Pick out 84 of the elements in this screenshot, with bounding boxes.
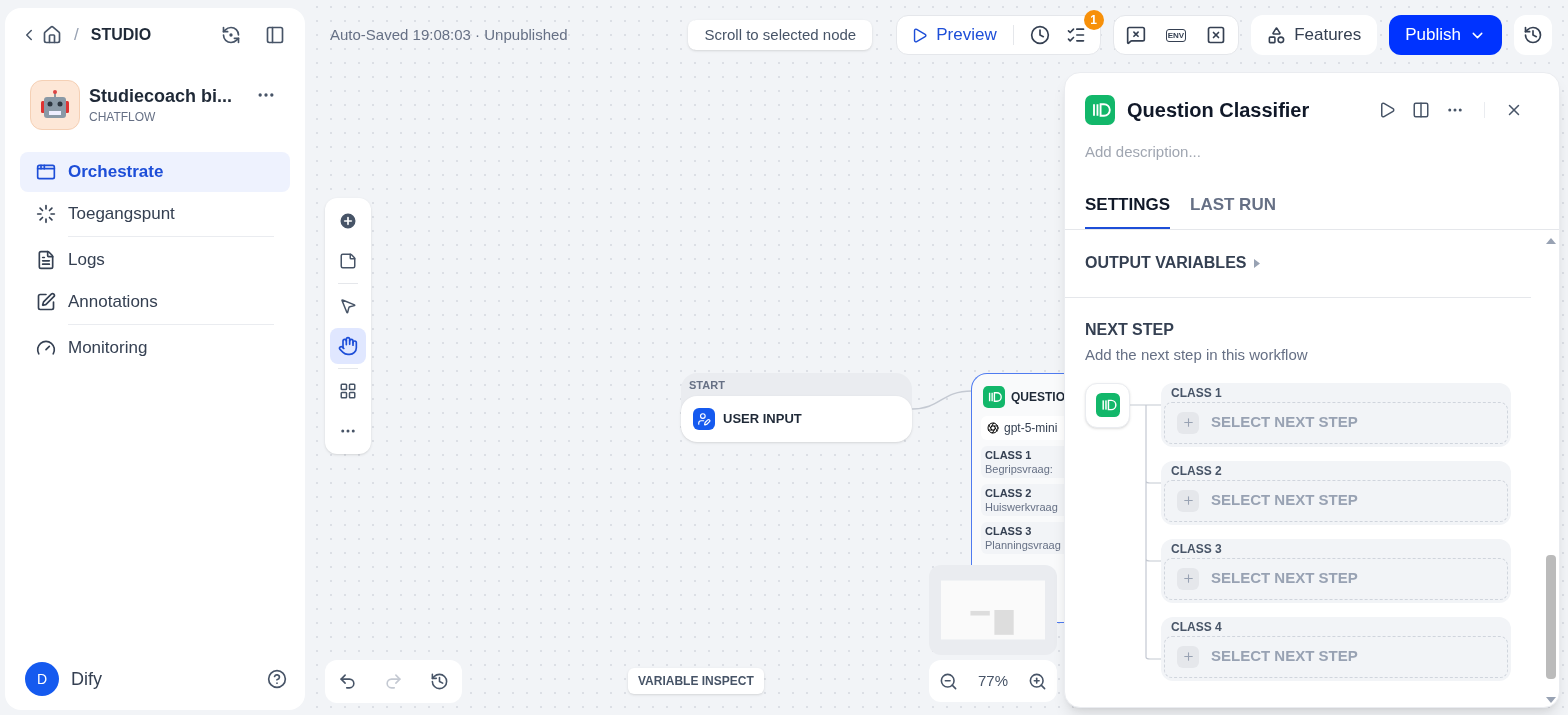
model-icon (987, 422, 999, 434)
hand-tool[interactable] (330, 328, 366, 364)
node-title: USER INPUT (723, 409, 802, 428)
scroll-down-icon[interactable] (1546, 697, 1556, 703)
app-type: CHATFLOW (89, 109, 157, 126)
document-icon (36, 250, 56, 270)
class-label: CLASS 3 (985, 524, 1033, 538)
help-icon[interactable] (267, 669, 287, 689)
classifier-icon (1085, 95, 1115, 125)
add-node-icon[interactable] (338, 211, 358, 231)
branch-label: CLASS 3 (1171, 540, 1223, 558)
history-icon (1523, 25, 1543, 45)
caret-icon (1254, 258, 1261, 268)
variable-icon[interactable] (1206, 25, 1227, 45)
breadcrumb-separator: / (74, 24, 79, 47)
nav-item[interactable]: Orchestrate (20, 152, 290, 192)
class-label: CLASS 1 (985, 448, 1033, 462)
burst-icon (36, 204, 56, 224)
branch-label: CLASS 2 (1171, 462, 1223, 480)
shapes-icon (1267, 25, 1287, 45)
plus-icon (1177, 489, 1199, 512)
conversation-variable-icon[interactable] (1125, 25, 1146, 45)
pointer-icon (339, 297, 357, 315)
zoom-out-icon[interactable] (939, 671, 958, 691)
publish-button[interactable]: Publish (1389, 15, 1502, 55)
plus-icon (1177, 411, 1199, 434)
preview-button[interactable]: Preview (903, 22, 1005, 48)
run-icon[interactable] (1378, 101, 1396, 119)
organize-icon[interactable] (339, 382, 357, 400)
edge-connector (911, 387, 973, 413)
note-edit-icon (36, 292, 56, 312)
home-icon[interactable] (42, 25, 62, 45)
features-button[interactable]: Features (1251, 15, 1378, 55)
scroll-to-node-button[interactable]: Scroll to selected node (688, 20, 873, 50)
output-variables-toggle[interactable]: OUTPUT VARIABLES (1085, 251, 1511, 275)
variable-inspect-button[interactable]: VARIABLE INSPECT (628, 668, 764, 694)
breadcrumb-title: STUDIO (90, 25, 152, 45)
classifier-icon (983, 386, 1005, 408)
node-header: START (688, 378, 726, 393)
user-name: Dify (71, 667, 102, 691)
history-icon[interactable] (429, 672, 449, 691)
add-note-icon[interactable] (339, 252, 357, 270)
zoom-level[interactable]: 77% (977, 669, 1008, 693)
app-name: Studiecoach bi... (89, 85, 233, 108)
nav-item[interactable]: Toegangspunt (20, 194, 290, 234)
class-text: Planningsvraag (985, 538, 1062, 552)
panel-tab[interactable]: SETTINGS (1085, 191, 1170, 229)
start-node[interactable]: START USER INPUT (681, 373, 912, 442)
gauge-icon (36, 338, 56, 358)
run-history-icon[interactable] (1029, 25, 1050, 45)
section-title: NEXT STEP (1085, 320, 1175, 340)
scroll-up-icon[interactable] (1546, 238, 1556, 244)
user-avatar[interactable]: D (25, 662, 59, 696)
class-label: CLASS 2 (985, 486, 1033, 500)
classifier-icon (1095, 393, 1120, 417)
checklist-icon[interactable] (1065, 25, 1086, 45)
window-icon (36, 162, 56, 182)
user-input-icon (697, 411, 711, 426)
description-field[interactable]: Add description... (1085, 141, 1539, 164)
plus-icon (1177, 567, 1199, 590)
play-icon (911, 26, 929, 44)
model-name: gpt-5-mini (1004, 420, 1058, 437)
nav-item[interactable]: Monitoring (20, 328, 290, 368)
branch-label: CLASS 1 (1171, 384, 1223, 402)
nav-item[interactable]: Annotations (20, 282, 290, 322)
panel-tab[interactable]: LAST RUN (1190, 191, 1276, 229)
zoom-in-icon[interactable] (1028, 671, 1047, 691)
panel-toggle-icon[interactable] (265, 25, 285, 45)
section-subtitle: Add the next step in this workflow (1085, 345, 1309, 365)
env-icon[interactable]: ENV (1165, 28, 1187, 42)
node-title: QUESTIO (1011, 389, 1065, 406)
scrollbar-thumb[interactable] (1546, 555, 1556, 679)
hand-icon (338, 336, 358, 356)
nav-item[interactable]: Logs (20, 240, 290, 280)
version-history-button[interactable] (1514, 15, 1552, 55)
undo-icon[interactable] (338, 672, 358, 691)
plus-icon (1177, 645, 1199, 668)
branch-label: CLASS 4 (1171, 618, 1223, 636)
save-status: Auto-Saved 19:08:03 · Unpublished (330, 24, 568, 45)
class-text: Huiswerkvraag (985, 500, 1059, 514)
class-text: Begripsvraag: (985, 462, 1054, 476)
notification-badge: 1 (1083, 10, 1104, 30)
refresh-icon[interactable] (221, 25, 241, 45)
panel-title: Question Classifier (1127, 98, 1310, 123)
